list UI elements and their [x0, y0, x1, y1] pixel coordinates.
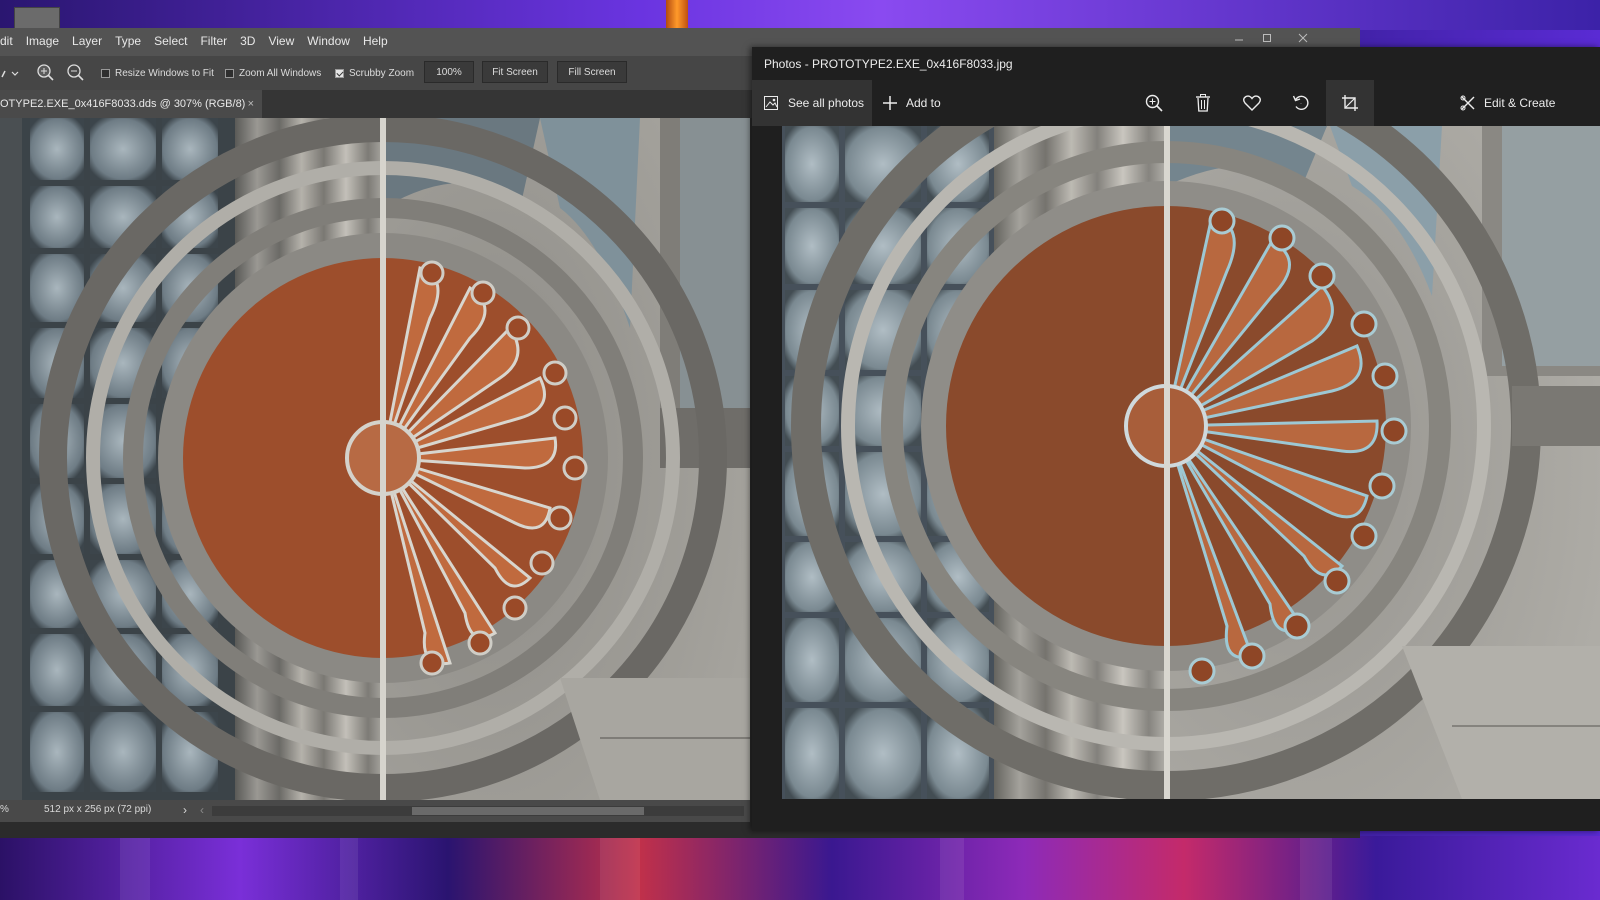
plus-icon	[882, 95, 898, 111]
zoom-in-icon[interactable]	[1130, 80, 1178, 126]
edit-create-label: Edit & Create	[1484, 96, 1556, 110]
menu-window[interactable]: Window	[307, 34, 350, 48]
checkbox-checked-icon	[335, 68, 344, 78]
edit-create-button[interactable]: Edit & Create	[1460, 80, 1600, 126]
zoom-all-windows-label: Zoom All Windows	[239, 67, 322, 79]
edit-create-icon	[1460, 95, 1476, 111]
photo-viewer-image[interactable]	[782, 126, 1600, 799]
menu-image[interactable]: Image	[26, 34, 59, 48]
status-menu-arrow[interactable]: ›	[183, 803, 187, 817]
document-canvas[interactable]	[0, 118, 750, 800]
checkbox-icon	[225, 68, 234, 78]
texture-image	[0, 118, 750, 800]
status-bar: % 512 px x 256 px (72 ppi) › ‹	[0, 800, 750, 822]
menu-select[interactable]: Select	[154, 34, 187, 48]
menu-type[interactable]: Type	[115, 34, 141, 48]
fill-screen-button[interactable]: Fill Screen	[557, 61, 627, 83]
status-zoom[interactable]: %	[0, 804, 9, 815]
zoom-all-windows-checkbox[interactable]: Zoom All Windows	[225, 56, 321, 90]
see-all-photos-label: See all photos	[788, 96, 865, 110]
zoom-in-tool-icon[interactable]	[36, 56, 56, 90]
tool-preset-icon[interactable]	[0, 56, 22, 90]
favorite-icon[interactable]	[1228, 80, 1276, 126]
add-to-button[interactable]: Add to	[882, 80, 954, 126]
rotate-icon[interactable]	[1277, 80, 1325, 126]
fit-screen-button[interactable]: Fit Screen	[482, 61, 548, 83]
status-doc-info: 512 px x 256 px (72 ppi)	[44, 804, 152, 815]
checkbox-icon	[101, 68, 110, 78]
desktop-wallpaper-top	[0, 0, 1600, 31]
scrubby-zoom-checkbox[interactable]: Scrubby Zoom	[335, 56, 414, 90]
zoom-out-tool-icon[interactable]	[66, 56, 86, 90]
scrollbar-thumb[interactable]	[412, 807, 644, 815]
menu-view[interactable]: View	[268, 34, 294, 48]
menu-layer[interactable]: Layer	[72, 34, 102, 48]
desktop-wallpaper-bottom	[0, 836, 1600, 900]
window-title: Photos - PROTOTYPE2.EXE_0x416F8033.jpg	[752, 47, 1600, 80]
photos-gallery-icon	[764, 96, 778, 110]
resize-windows-checkbox[interactable]: Resize Windows to Fit	[101, 56, 214, 90]
see-all-photos-button[interactable]: See all photos	[752, 80, 872, 126]
photos-toolbar: See all photos Add to Edit & Create	[752, 80, 1600, 126]
menu-filter[interactable]: Filter	[200, 34, 227, 48]
texture-image	[782, 126, 1600, 799]
menu-3d[interactable]: 3D	[240, 34, 255, 48]
document-tab[interactable]: OTYPE2.EXE_0x416F8033.dds @ 307% (RGB/8)…	[0, 90, 262, 118]
wallpaper-fire-detail	[666, 0, 688, 28]
menu-help[interactable]: Help	[363, 34, 388, 48]
photos-window: Photos - PROTOTYPE2.EXE_0x416F8033.jpg S…	[752, 47, 1600, 831]
tab-close-icon[interactable]: ×	[248, 90, 254, 118]
crop-icon[interactable]	[1326, 80, 1374, 126]
menu-edit[interactable]: dit	[0, 34, 13, 48]
zoom-100-button[interactable]: 100%	[424, 61, 474, 83]
scrubby-zoom-label: Scrubby Zoom	[349, 67, 415, 79]
delete-icon[interactable]	[1179, 80, 1227, 126]
resize-windows-label: Resize Windows to Fit	[115, 67, 214, 79]
add-to-label: Add to	[906, 96, 941, 110]
scroll-left-arrow[interactable]: ‹	[200, 803, 204, 817]
photos-bottom-bar	[752, 799, 1600, 831]
document-tab-title: OTYPE2.EXE_0x416F8033.dds @ 307% (RGB/8)	[0, 98, 246, 110]
